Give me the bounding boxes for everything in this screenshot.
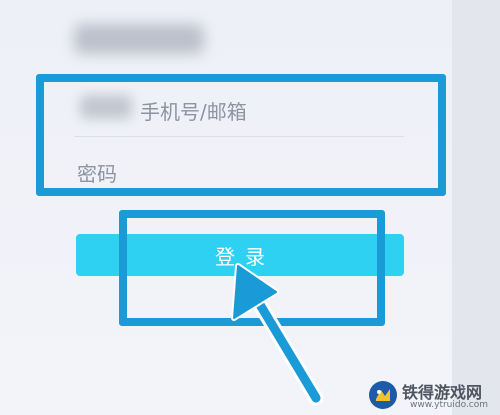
watermark-logo-icon	[369, 381, 397, 409]
login-screen: 手机号/邮箱 密码 登录 铁得游戏网 www.ytruido.com	[0, 0, 500, 415]
side-panel	[452, 0, 500, 415]
watermark-url: www.ytruido.com	[410, 400, 489, 410]
login-highlight-box	[119, 210, 385, 326]
pointer-arrow-icon	[231, 263, 324, 406]
watermark: 铁得游戏网 www.ytruido.com	[368, 378, 500, 415]
blurred-title	[74, 24, 204, 54]
inputs-highlight-box	[36, 74, 446, 196]
